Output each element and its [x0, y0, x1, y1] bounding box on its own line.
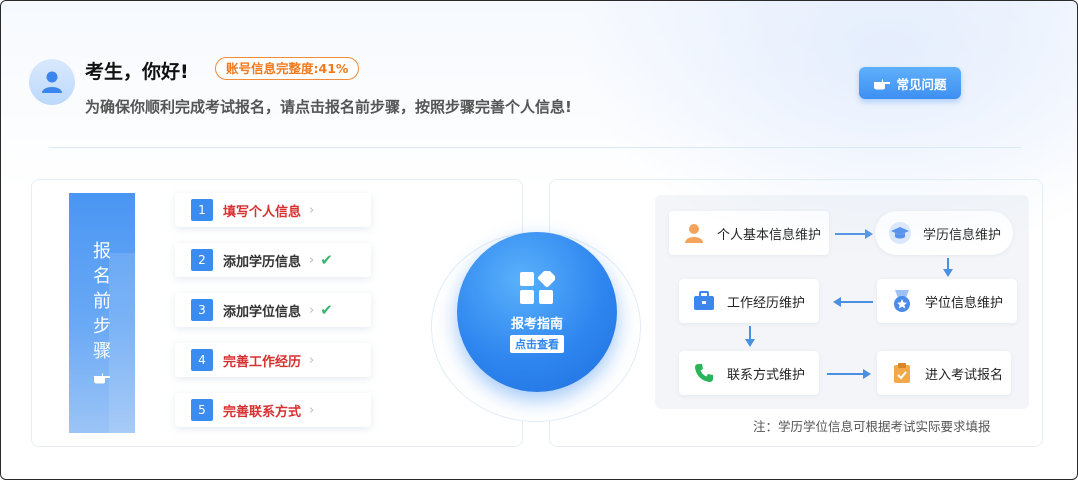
- profile-completeness-badge: 账号信息完整度:41%: [215, 57, 360, 80]
- banner-char: 前: [93, 291, 111, 312]
- grid-diamond-icon: [520, 271, 555, 304]
- chevron-right-icon: ›: [309, 302, 315, 318]
- greeting-title: 考生，你好!: [85, 61, 189, 83]
- pointing-hand-icon: [874, 79, 891, 90]
- clipboard-icon: [889, 360, 915, 386]
- chevron-right-icon: ›: [309, 352, 315, 368]
- step-number: 1: [191, 199, 213, 221]
- flow-node-label: 联系方式维护: [727, 367, 806, 383]
- user-icon: [42, 71, 62, 93]
- arrow-right-icon: [827, 369, 871, 379]
- banner-char: 报: [93, 241, 111, 262]
- medal-icon: [889, 288, 915, 314]
- chevron-right-icon: ›: [309, 252, 315, 268]
- page-frame: 考生，你好! 账号信息完整度:41% 为确保你顺利完成考试报名，请点击报名前步骤…: [0, 0, 1078, 480]
- step-label: 完善联系方式: [223, 404, 302, 420]
- phone-icon: [691, 360, 717, 386]
- step-label: 填写个人信息: [223, 204, 302, 220]
- guide-button[interactable]: 报考指南 点击查看: [457, 232, 617, 392]
- step-item-personal-info[interactable]: 1 填写个人信息 ›: [175, 193, 371, 227]
- banner-char: 骤: [93, 341, 111, 362]
- pointing-hand-icon: [94, 373, 111, 384]
- arrow-down-icon: [943, 258, 953, 277]
- step-number: 4: [191, 349, 213, 371]
- flow-node-label: 学位信息维护: [925, 295, 1004, 311]
- arrow-down-icon: [745, 326, 755, 347]
- check-icon: ✔: [320, 251, 333, 269]
- briefcase-icon: [691, 288, 717, 314]
- step-number: 2: [191, 249, 213, 271]
- banner-char: 步: [93, 316, 111, 337]
- flow-node-label: 个人基本信息维护: [717, 227, 822, 243]
- pre-registration-banner: 报 名 前 步 骤: [69, 193, 135, 433]
- step-label: 添加学位信息: [223, 304, 302, 320]
- arrow-left-icon: [833, 297, 873, 307]
- graduation-cap-icon: [887, 220, 913, 246]
- step-item-education[interactable]: 2 添加学历信息 › ✔: [175, 243, 371, 277]
- faq-button[interactable]: 常见问题: [859, 67, 961, 99]
- guide-title: 报考指南: [510, 317, 563, 332]
- step-label: 添加学历信息: [223, 254, 302, 270]
- flow-node-personal-info[interactable]: 个人基本信息维护: [669, 211, 829, 255]
- chevron-right-icon: ›: [309, 402, 315, 418]
- step-item-degree[interactable]: 3 添加学位信息 › ✔: [175, 293, 371, 327]
- flow-node-label: 工作经历维护: [727, 295, 806, 311]
- step-label: 完善工作经历: [223, 354, 302, 370]
- person-icon: [681, 220, 707, 246]
- check-icon: ✔: [320, 301, 333, 319]
- chevron-right-icon: ›: [309, 202, 315, 218]
- flow-node-education[interactable]: 学历信息维护: [875, 211, 1013, 255]
- flow-node-label: 学历信息维护: [923, 227, 1002, 243]
- flow-note: 注：学历学位信息可根据考试实际要求填报: [753, 419, 991, 434]
- arrow-right-icon: [835, 229, 873, 239]
- avatar: [29, 59, 75, 105]
- guide-view-button[interactable]: 点击查看: [510, 335, 564, 353]
- step-number: 3: [191, 299, 213, 321]
- instruction-text: 为确保你顺利完成考试报名，请点击报名前步骤，按照步骤完善个人信息!: [85, 98, 572, 116]
- flow-node-degree[interactable]: 学位信息维护: [877, 279, 1017, 323]
- flow-node-enter-registration[interactable]: 进入考试报名: [877, 351, 1011, 395]
- banner-char: 名: [93, 266, 111, 287]
- flow-node-work-experience[interactable]: 工作经历维护: [679, 279, 819, 323]
- header-divider: [49, 147, 1021, 148]
- step-item-work-experience[interactable]: 4 完善工作经历 ›: [175, 343, 371, 377]
- step-item-contact[interactable]: 5 完善联系方式 ›: [175, 393, 371, 427]
- faq-button-label: 常见问题: [896, 76, 947, 92]
- flow-node-contact[interactable]: 联系方式维护: [679, 351, 819, 395]
- step-number: 5: [191, 399, 213, 421]
- flow-node-label: 进入考试报名: [925, 367, 1004, 383]
